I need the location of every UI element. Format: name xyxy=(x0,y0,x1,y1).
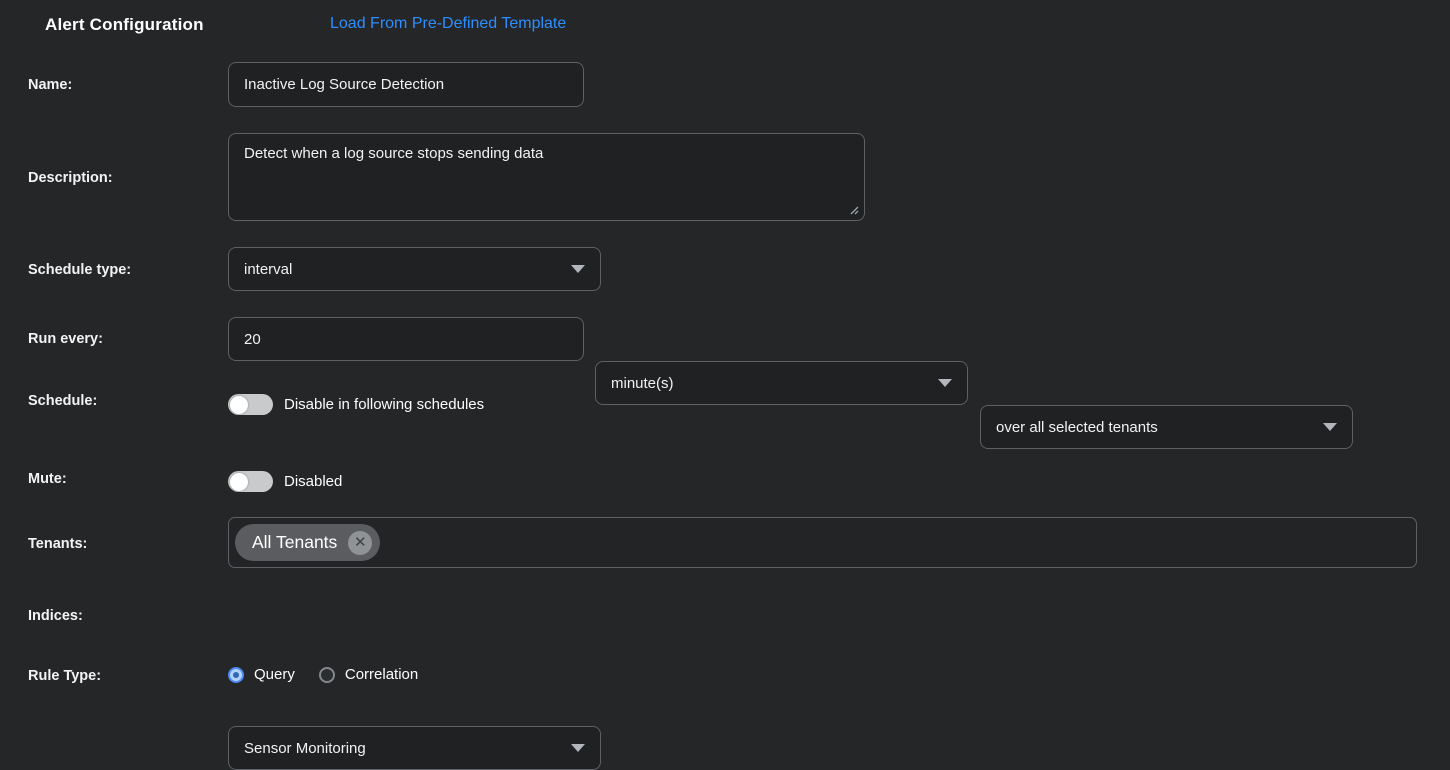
run-every-scope-select[interactable]: over all selected tenants xyxy=(980,405,1353,449)
tenants-multiselect[interactable]: All Tenants ✕ xyxy=(228,517,1417,568)
schedule-type-label: Schedule type: xyxy=(28,262,131,278)
schedule-toggle-label: Disable in following schedules xyxy=(284,396,484,413)
run-every-scope-selected-value: over all selected tenants xyxy=(996,419,1315,436)
run-every-unit-select[interactable]: minute(s) xyxy=(595,361,968,405)
run-every-input[interactable] xyxy=(228,317,584,361)
schedule-type-selected-value: interval xyxy=(244,261,563,278)
indices-select[interactable]: Sensor Monitoring xyxy=(228,726,601,770)
indices-selected-value: Sensor Monitoring xyxy=(244,740,563,757)
mute-toggle[interactable] xyxy=(228,471,273,492)
chevron-down-icon xyxy=(938,379,952,387)
chevron-down-icon xyxy=(1323,423,1337,431)
chip-remove-icon[interactable]: ✕ xyxy=(348,531,372,555)
mute-toggle-label: Disabled xyxy=(284,473,342,490)
tenant-chip: All Tenants ✕ xyxy=(235,524,380,561)
rule-type-label: Rule Type: xyxy=(28,668,101,684)
radio-correlation[interactable] xyxy=(319,667,335,683)
name-input[interactable] xyxy=(228,62,584,107)
tenants-label: Tenants: xyxy=(28,536,87,552)
tenant-chip-label: All Tenants xyxy=(252,532,337,553)
load-template-link[interactable]: Load From Pre-Defined Template xyxy=(330,15,566,33)
chevron-down-icon xyxy=(571,744,585,752)
toggle-knob xyxy=(230,473,248,491)
rule-type-radio-group: Query Correlation xyxy=(228,666,432,683)
schedule-type-select[interactable]: interval xyxy=(228,247,601,291)
schedule-toggle[interactable] xyxy=(228,394,273,415)
name-label: Name: xyxy=(28,77,72,93)
chevron-down-icon xyxy=(571,265,585,273)
run-every-label: Run every: xyxy=(28,331,103,347)
toggle-knob xyxy=(230,396,248,414)
radio-query-label[interactable]: Query xyxy=(254,666,295,683)
indices-label: Indices: xyxy=(28,608,83,624)
radio-query[interactable] xyxy=(228,667,244,683)
description-textarea[interactable]: Detect when a log source stops sending d… xyxy=(228,133,865,221)
run-every-unit-selected-value: minute(s) xyxy=(611,375,930,392)
page-title: Alert Configuration xyxy=(45,15,204,35)
radio-correlation-label[interactable]: Correlation xyxy=(345,666,418,683)
description-label: Description: xyxy=(28,170,113,186)
schedule-label: Schedule: xyxy=(28,393,97,409)
mute-label: Mute: xyxy=(28,471,67,487)
